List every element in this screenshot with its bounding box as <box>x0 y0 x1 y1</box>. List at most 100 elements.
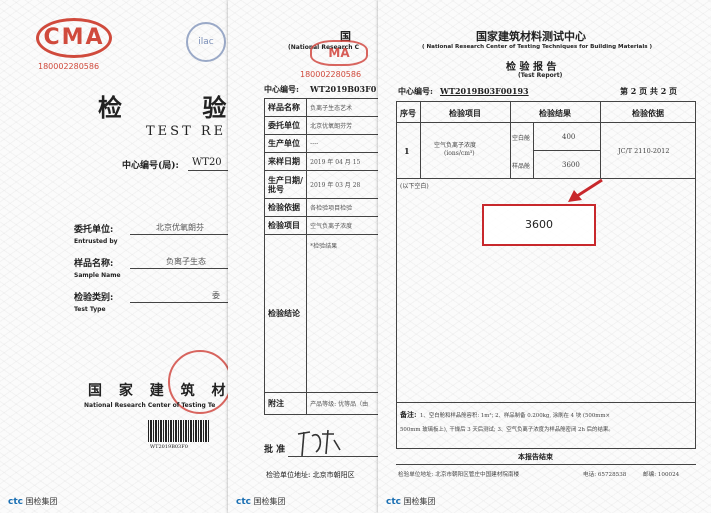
blank-note: (以下空白) <box>400 183 429 190</box>
conclusion-label: 检验结论 <box>263 234 308 393</box>
cma-number: 180002280586 <box>38 62 100 71</box>
center-no-value: WT2019B03F0 <box>310 84 377 94</box>
underline <box>130 234 240 235</box>
remark-text-1: 1、空白舱和样品舱容积: 1m³; 2、样品制备 0.200kg, 涂刷在 4 … <box>420 413 611 419</box>
barcode-text: WT2019B03F0 <box>150 444 188 450</box>
header-no: 序号 <box>400 108 416 118</box>
cover-title-en: TEST RE <box>146 124 227 139</box>
footer-org-en: National Research Center of Testing Te <box>84 402 216 409</box>
report-cover-page: CMA 180002280586 ilac 检 验 TEST RE 中心编号(局… <box>0 0 240 513</box>
remark-label: 附注 <box>263 392 308 415</box>
ctc-logo: ctc 国检集团 <box>8 496 58 507</box>
table-row: 来样日期 2019 年 04 月 15 <box>263 152 388 171</box>
row-label: 委托单位 <box>263 116 308 135</box>
table-line <box>396 178 696 179</box>
report-title-en: (Test Report) <box>518 72 563 79</box>
center-no-label: 中心编号: <box>398 86 433 96</box>
page-info: 第 2 页 共 2 页 <box>620 86 678 96</box>
ctc-brand: ctc <box>236 497 251 507</box>
center-no-label: 中心编号(局): <box>122 161 179 171</box>
table-row: 检验依据 各检验项目检验 <box>263 198 388 217</box>
type-label: 检验类别: <box>74 293 114 303</box>
row-value: 负离子生态艺术 <box>306 98 388 117</box>
signature <box>294 426 344 460</box>
ctc-name: 国检集团 <box>403 497 436 506</box>
cma-logo: CMA <box>36 18 112 58</box>
table-row: 生产日期/批号 2019 年 03 月 28 <box>263 170 388 199</box>
end-text: 本报告结束 <box>518 452 553 461</box>
barcode <box>148 420 210 442</box>
center-no-value: WT20 <box>192 157 222 168</box>
ctc-brand: ctc <box>386 497 401 507</box>
cover-title-cn: 检 验 <box>98 93 226 122</box>
ctc-logo: ctc 国检集团 <box>386 496 436 507</box>
blank-chamber-value: 400 <box>562 133 576 141</box>
table-row: 样品名称 负离子生态艺术 <box>263 98 388 117</box>
arrow-icon <box>568 178 603 202</box>
row-value: 各检验项目检验 <box>306 198 388 217</box>
footer-post: 邮编: 100024 <box>643 472 680 478</box>
approve-label: 批 准 <box>264 445 286 455</box>
cma-logo-stamp: MA <box>310 40 368 66</box>
sample-label-en: Sample Name <box>74 272 121 279</box>
highlighted-result: 3600 <box>482 204 596 246</box>
table-row: 附注 产品等级: 优等品（由 <box>263 392 388 415</box>
row-label: 来样日期 <box>263 152 308 171</box>
row-value: 空气负离子浓度 <box>306 216 388 235</box>
item-name: 空气负离子浓度 <box>434 142 477 149</box>
table-line <box>396 122 696 123</box>
ctc-logo: ctc 国检集团 <box>236 496 286 507</box>
remark-text-2: 500mm 玻璃板上), 干燥后 3 天后测试; 3、空气负离子浓度为样品舱密闭… <box>400 427 614 433</box>
underline <box>130 302 240 303</box>
header-item: 检验项目 <box>449 108 481 118</box>
report-title-cn: 检 验 报 告 <box>506 62 557 73</box>
footer-org-cn: 国 家 建 筑 材 料 <box>88 383 240 399</box>
table-row: 生产单位 ---- <box>263 134 388 153</box>
client-value: 北京优氧朗芬 <box>156 223 204 232</box>
row-value: ---- <box>306 134 388 153</box>
type-label-en: Test Type <box>74 306 106 313</box>
sample-chamber-value: 3600 <box>562 161 580 169</box>
blank-chamber-label: 空白舱 <box>512 135 531 142</box>
row-value: 2019 年 03 月 28 <box>306 170 388 199</box>
org-title-cn: 国家建筑材料测试中心 <box>476 30 586 43</box>
ctc-brand: ctc <box>8 497 23 507</box>
result-note: *检验结果 <box>306 234 388 393</box>
underline <box>130 268 240 269</box>
row-value: 北京优氧朗芬芳 <box>306 116 388 135</box>
table-row: 委托单位 北京优氧朗芬芳 <box>263 116 388 135</box>
report-info-page: 国 (National Research C MA 180002280586 中… <box>228 0 388 513</box>
row-label: 生产日期/批号 <box>263 170 308 199</box>
footer-line <box>396 464 696 465</box>
table-line <box>533 150 600 151</box>
type-value: 委 <box>212 291 220 300</box>
center-no-label: 中心编号: <box>264 84 299 94</box>
row-label: 检验项目 <box>263 216 308 235</box>
row-label: 检验依据 <box>263 198 308 217</box>
center-no-value: WT2019B03F00193 <box>440 86 529 96</box>
ilac-logo: ilac <box>186 22 226 62</box>
ctc-name: 国检集团 <box>25 497 58 506</box>
header-basis: 检验依据 <box>632 108 664 118</box>
address: 检验单位地址: 北京市朝阳区 <box>266 471 355 479</box>
row-no: 1 <box>404 146 410 156</box>
row-value: 2019 年 04 月 15 <box>306 152 388 171</box>
report-result-page: 国家建筑材料测试中心 ( National Research Center of… <box>378 0 711 513</box>
header-result: 检验结果 <box>539 108 571 118</box>
org-title-en: ( National Research Center of Testing Te… <box>422 44 653 50</box>
table-line <box>396 402 696 403</box>
item-unit: (ions/cm³) <box>444 150 475 157</box>
sample-chamber-label: 样品舱 <box>512 163 531 170</box>
sample-value: 负离子生态 <box>166 257 206 266</box>
client-label-en: Entrusted by <box>74 238 118 245</box>
sample-label: 样品名称: <box>74 259 114 269</box>
remark-label: 备注: <box>400 410 417 419</box>
cma-number: 180002280586 <box>300 70 362 79</box>
sample-info-table: 样品名称 负离子生态艺术 委托单位 北京优氧朗芬芳 生产单位 ---- 来样日期 201… <box>263 98 388 415</box>
client-label: 委托单位: <box>74 225 114 235</box>
test-basis: JC/T 2110-2012 <box>618 147 670 155</box>
footer-address: 检验单位地址: 北京市朝阳区管庄中国建材院南楼 <box>398 472 520 478</box>
table-row: 检验结论 *检验结果 <box>263 234 388 393</box>
ctc-name: 国检集团 <box>253 497 286 506</box>
footer-phone: 电话: 65728538 <box>583 472 627 478</box>
